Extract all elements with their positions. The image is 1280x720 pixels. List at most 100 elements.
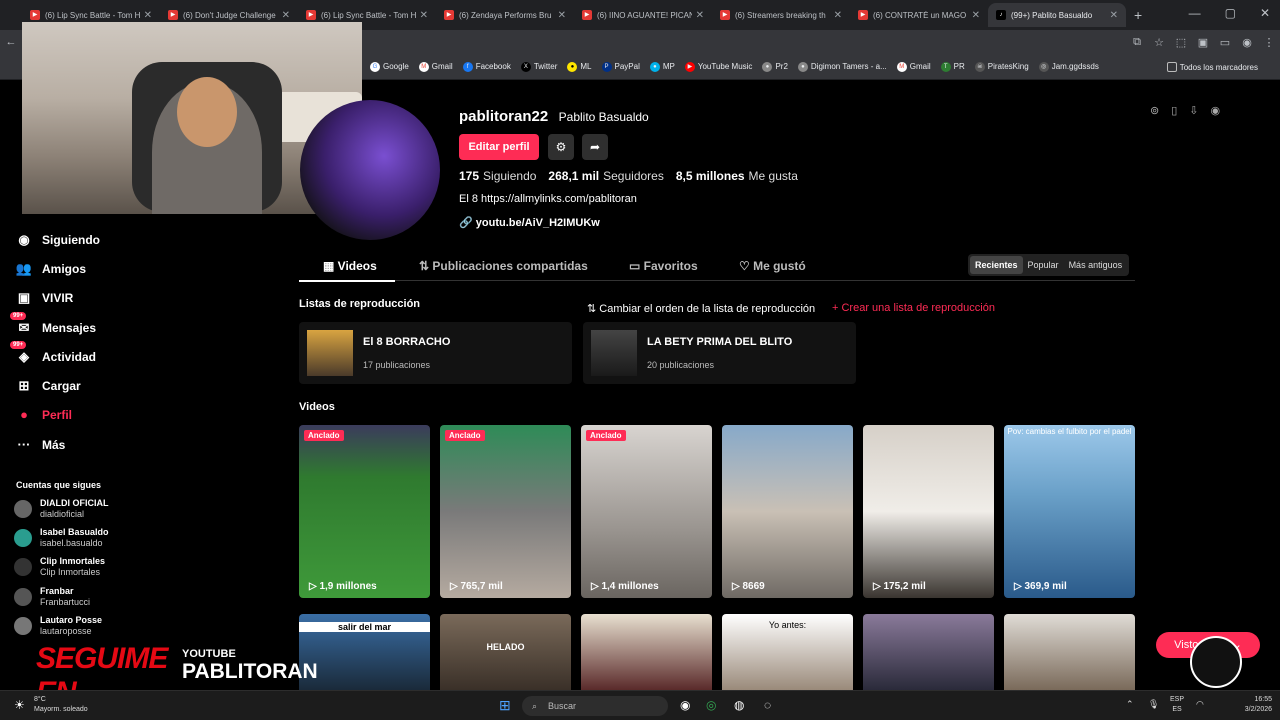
video-thumbnail[interactable]: salir del mar bbox=[299, 614, 430, 690]
user-avatar-icon[interactable]: ◉ bbox=[1211, 104, 1221, 117]
bookmark[interactable]: ● Pr2 bbox=[762, 61, 788, 72]
menu-icon[interactable]: ⋮ bbox=[1258, 36, 1280, 49]
video-thumbnail[interactable]: ▷ 175,2 mil bbox=[863, 425, 994, 598]
bookmark[interactable]: ◎ Jam.ggdssds bbox=[1038, 61, 1099, 72]
edit-profile-button[interactable]: Editar perfil bbox=[459, 134, 539, 160]
bookmark[interactable]: M Gmail bbox=[418, 61, 453, 72]
bookmark[interactable]: M Gmail bbox=[896, 61, 931, 72]
browser-tab[interactable]: ▶ (6) IINO AGUANTE! PICAN ✕ bbox=[574, 3, 712, 27]
back-icon[interactable]: ← bbox=[0, 36, 22, 48]
sidebar-item-amigos[interactable]: 👥 Amigos bbox=[14, 261, 86, 277]
tab-shared[interactable]: ⇅ Publicaciones compartidas bbox=[419, 259, 588, 273]
sidebar-item-mas[interactable]: ··· Más bbox=[14, 437, 66, 452]
video-thumbnail[interactable]: Anclado ▷ 765,7 mil bbox=[440, 425, 571, 598]
sidebar-item-perfil[interactable]: ● Perfil bbox=[14, 407, 72, 422]
video-thumbnail[interactable]: HELADO bbox=[440, 614, 571, 690]
close-window-icon[interactable]: ✕ bbox=[1260, 6, 1270, 20]
sidebar-item-mensajes[interactable]: ✉ 99+ Mensajes bbox=[10, 312, 96, 336]
browser-tab[interactable]: ▶ (6) CONTRATÉ un MAGO ✕ bbox=[850, 3, 988, 27]
avatar bbox=[14, 588, 32, 606]
video-thumbnail[interactable] bbox=[581, 614, 712, 690]
bookmark[interactable]: f Facebook bbox=[462, 61, 511, 72]
star-icon[interactable]: ☆ bbox=[1148, 36, 1170, 49]
following-account[interactable]: DIALDI OFICIAL dialdioficial bbox=[14, 498, 109, 520]
bookmark[interactable]: ● ML bbox=[567, 61, 592, 72]
playlist-card[interactable]: LA BETY PRIMA DEL BLITO 20 publicaciones bbox=[583, 322, 856, 384]
download-icon[interactable]: ⇩ bbox=[1189, 104, 1198, 117]
bookmark[interactable]: ● MP bbox=[649, 61, 675, 72]
clock[interactable]: 16:55 3/2/2026 bbox=[1245, 695, 1272, 715]
browser-tab[interactable]: ▶ (6) Streamers breaking th ✕ bbox=[712, 3, 850, 27]
video-thumbnail[interactable]: Anclado ▷ 1,9 millones bbox=[299, 425, 430, 598]
close-icon[interactable]: ✕ bbox=[1110, 10, 1118, 21]
share-button[interactable]: ➦ bbox=[582, 134, 608, 160]
taskbar-search[interactable]: ⌕ Buscar bbox=[522, 696, 668, 716]
maximize-icon[interactable]: ▢ bbox=[1225, 6, 1236, 20]
tab-liked[interactable]: ♡ Me gustó bbox=[739, 259, 806, 273]
sort-oldest[interactable]: Más antiguos bbox=[1064, 256, 1128, 274]
video-thumbnail[interactable]: Pov: cambias el fulbito por el padel ▷ 3… bbox=[1004, 425, 1135, 598]
steam-icon[interactable]: ◍ bbox=[734, 698, 744, 712]
windows-start-icon[interactable]: ⊞ bbox=[499, 697, 511, 714]
bookmark[interactable]: ☠ PiratesKing bbox=[974, 61, 1029, 72]
extensions-icon[interactable]: ⬚ bbox=[1170, 36, 1192, 49]
device-icon[interactable]: ▯ bbox=[1171, 104, 1177, 117]
language-indicator[interactable]: ESP ES bbox=[1170, 695, 1184, 715]
close-icon[interactable]: ✕ bbox=[972, 10, 980, 21]
video-thumbnail[interactable] bbox=[1004, 614, 1135, 690]
minimize-icon[interactable]: — bbox=[1189, 6, 1201, 20]
discord-icon[interactable]: ◉ bbox=[680, 698, 690, 712]
sort-recent[interactable]: Recientes bbox=[970, 256, 1023, 274]
reorder-playlists-button[interactable]: ⇅ Cambiar el orden de la lista de reprod… bbox=[587, 302, 815, 315]
close-icon[interactable]: ✕ bbox=[282, 10, 290, 21]
bookmark[interactable]: X Twitter bbox=[520, 61, 557, 72]
profile-avatar-icon[interactable]: ◉ bbox=[1236, 36, 1258, 49]
playlist-card[interactable]: El 8 BORRACHO 17 publicaciones bbox=[299, 322, 572, 384]
create-playlist-button[interactable]: + Crear una lista de reproducción bbox=[832, 302, 995, 314]
bookmark[interactable]: G Google bbox=[370, 61, 409, 72]
sidebar-item-actividad[interactable]: ◈ 99+ Actividad bbox=[10, 341, 96, 365]
mic-icon[interactable]: 🎙 bbox=[1148, 699, 1159, 710]
video-thumbnail[interactable] bbox=[863, 614, 994, 690]
sidebar-item-vivir[interactable]: ▣ VIVIR bbox=[14, 290, 74, 306]
bookmark[interactable]: ▶ YouTube Music bbox=[684, 61, 752, 72]
close-icon[interactable]: ✕ bbox=[144, 10, 152, 21]
video-thumbnail[interactable]: Anclado ▷ 1,4 millones bbox=[581, 425, 712, 598]
new-tab-icon[interactable]: + bbox=[1134, 7, 1142, 23]
sidebar-item-siguiendo[interactable]: ◉ Siguiendo bbox=[14, 232, 100, 248]
tab-videos[interactable]: ▦ Videos bbox=[323, 259, 377, 273]
tray-chevron-icon[interactable]: ⌃ bbox=[1126, 699, 1134, 710]
weather-widget[interactable]: 8°C Mayorm. soleado bbox=[34, 695, 88, 715]
browser-tab-active[interactable]: ♪ (99+) Pablito Basualdo ✕ bbox=[988, 3, 1126, 27]
sort-popular[interactable]: Popular bbox=[1023, 256, 1064, 274]
extension-icon[interactable]: ▣ bbox=[1192, 36, 1214, 49]
following-account[interactable]: Lautaro Posse lautaroposse bbox=[14, 615, 102, 637]
chrome-icon[interactable]: ◎ bbox=[706, 698, 716, 712]
settings-button[interactable]: ⚙ bbox=[548, 134, 574, 160]
close-icon[interactable]: ✕ bbox=[834, 10, 842, 21]
cast-icon[interactable]: ⧉ bbox=[1126, 36, 1148, 49]
coin-icon[interactable]: ⊚ bbox=[1150, 104, 1159, 117]
bookmark[interactable]: P PayPal bbox=[601, 61, 640, 72]
close-icon[interactable]: ✕ bbox=[696, 10, 704, 21]
profile-avatar[interactable] bbox=[300, 100, 440, 240]
wifi-icon[interactable]: ◠ bbox=[1196, 699, 1204, 710]
close-icon[interactable]: ✕ bbox=[420, 10, 428, 21]
browser-tab[interactable]: ▶ (6) Zendaya Performs Bru ✕ bbox=[436, 3, 574, 27]
app-icon[interactable]: ◌ bbox=[764, 698, 771, 712]
following-account[interactable]: Isabel Basualdo isabel.basualdo bbox=[14, 527, 109, 549]
following-account[interactable]: Franbar Franbartucci bbox=[14, 586, 90, 608]
following-stat[interactable]: 175 Siguiendo bbox=[459, 169, 536, 183]
all-bookmarks[interactable]: Todos los marcadores bbox=[1166, 62, 1258, 72]
sidebar-icon[interactable]: ▭ bbox=[1214, 36, 1236, 49]
bookmark[interactable]: ● Digimon Tamers - a... bbox=[797, 61, 887, 72]
video-thumbnail[interactable]: Yo antes: bbox=[722, 614, 853, 690]
video-thumbnail[interactable]: ▷ 8669 bbox=[722, 425, 853, 598]
following-account[interactable]: Clip Inmortales Clip Inmortales bbox=[14, 556, 105, 578]
sidebar-item-cargar[interactable]: ⊞ Cargar bbox=[14, 378, 81, 394]
tab-favorites[interactable]: ▭ Favoritos bbox=[629, 259, 698, 273]
profile-link[interactable]: 🔗 youtu.be/AiV_H2IMUKw bbox=[459, 216, 600, 229]
followers-stat[interactable]: 268,1 mil Seguidores bbox=[548, 169, 663, 183]
bookmark[interactable]: T PR bbox=[940, 61, 965, 72]
close-icon[interactable]: ✕ bbox=[558, 10, 566, 21]
